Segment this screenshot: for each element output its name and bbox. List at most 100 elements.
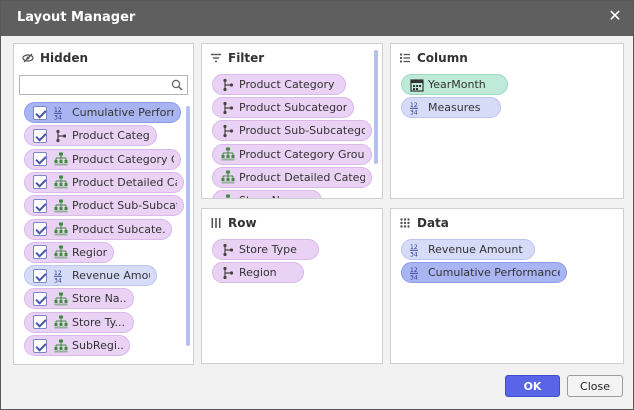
hidden-field-chip[interactable]: Store Ty... [24,311,134,333]
filter-icon [211,53,221,63]
tree-icon [54,245,68,259]
hidden-field-chip[interactable]: Product Category G... [24,148,181,170]
field-label: Store Na... [72,292,127,306]
close-button[interactable]: Close [567,375,623,397]
field-checkbox[interactable] [33,338,47,353]
column-field-chip[interactable]: YearMonth [401,74,508,95]
hidden-field-chip[interactable]: 1234 Cumulative Performa... [24,102,181,123]
tree-icon [54,222,68,236]
field-checkbox[interactable] [33,128,47,143]
field-label: SubRegi... [72,339,123,352]
row-field-chip[interactable]: Region [212,262,304,284]
tree-icon [221,170,235,184]
filter-field-chip[interactable]: Product Subcategory [212,97,354,119]
hidden-field-chip[interactable]: Store Na... [24,288,134,310]
field-checkbox[interactable] [33,175,47,190]
field-label: YearMonth [428,78,486,91]
data-panel-title: Data [417,216,449,230]
field-checkbox[interactable] [33,268,47,283]
field-checkbox[interactable] [33,245,47,260]
filter-field-chip[interactable]: Product Sub-Subcategory [212,120,372,142]
filter-panel-title: Filter [228,51,265,65]
calendar-icon [410,78,424,92]
hidden-scrollbar[interactable] [186,106,190,346]
close-icon[interactable]: ✕ [607,8,623,24]
column-list-icon [400,53,410,63]
field-label: Measures [428,101,481,115]
tree-icon [54,315,68,329]
field-label: Product Detailed Cate [72,175,177,189]
hidden-field-chip[interactable]: Product Catego... [24,125,157,147]
title-bar: Layout Manager ✕ [1,1,633,36]
filter-scrollbar[interactable] [374,50,378,164]
field-label: Product Catego... [72,129,150,143]
field-label: Revenue Amou... [72,269,150,283]
field-label: Region [239,266,277,280]
tree-icon [54,339,68,353]
hidden-panel-title: Hidden [40,51,89,65]
tree-icon [221,147,235,161]
hierarchy-icon [221,78,235,92]
hidden-field-chip[interactable]: Product Subcate... [24,218,172,240]
field-label: Product Subcategory [239,101,347,115]
hierarchy-icon [221,124,235,138]
field-label: Cumulative Performance [428,266,560,280]
field-label: Store Type [239,243,297,256]
column-field-chip[interactable]: 12 34 Measures [401,97,501,119]
hidden-panel: Hidden 1234 Cumulative Performa... Product… [13,43,194,365]
row-field-chip[interactable]: Store Type [212,239,319,260]
field-label: Product Subcate... [72,222,165,236]
svg-text:34: 34 [54,277,62,283]
filter-field-chip[interactable]: Store Name [212,190,322,198]
ok-button[interactable]: OK [505,375,560,397]
field-label: Product Category Group [239,147,365,161]
field-checkbox[interactable] [33,222,47,236]
search-icon[interactable] [171,79,183,91]
svg-text:34: 34 [410,109,418,115]
field-label: Product Category [239,78,335,91]
data-panel: Data 12 34 Revenue Amount 12 34 Cumulative Pe… [390,208,624,364]
field-label: Cumulative Performa... [72,106,174,119]
column-panel-header: Column [399,51,468,65]
field-checkbox[interactable] [33,152,47,167]
data-field-chip[interactable]: 12 34 Revenue Amount [401,239,535,260]
measure-icon: 12 34 [54,269,68,284]
filter-panel: Filter Product Category Product Subcatego… [201,43,383,199]
svg-text:34: 34 [410,274,418,280]
hidden-panel-header: Hidden [22,51,88,65]
filter-panel-header: Filter [210,51,264,65]
column-panel: Column YearMonth 12 34 Measures [390,43,624,199]
hierarchy-icon [221,266,235,280]
filter-field-chip[interactable]: Product Category [212,74,346,95]
data-grid-icon [400,218,410,228]
filter-field-chip[interactable]: Product Detailed Category [212,166,372,188]
field-label: Store Name [239,194,304,198]
data-panel-header: Data [399,216,449,230]
field-label: Product Category G... [72,152,174,166]
tree-icon [54,292,68,306]
field-checkbox[interactable] [33,291,47,306]
field-checkbox[interactable] [33,105,47,120]
measure-icon: 12 34 [410,243,424,258]
field-checkbox[interactable] [33,315,47,330]
measure-icon: 12 34 [410,266,424,281]
field-label: Product Sub-Subcategory [239,124,365,138]
eye-off-icon [22,53,34,63]
field-checkbox[interactable] [33,198,47,213]
tree-icon [221,194,235,198]
hidden-field-chip[interactable]: SubRegi... [24,335,130,356]
field-label: Product Sub-Subcate... [72,199,177,213]
data-field-chip[interactable]: 12 34 Cumulative Performance [401,262,567,284]
layout-manager-dialog: Layout Manager ✕ Hidden 12 34 Cumulative P… [0,0,634,410]
hidden-field-chip[interactable]: Region [24,241,114,263]
measure-icon: 12 34 [54,106,68,121]
dialog-title: Layout Manager [17,10,136,25]
hidden-field-chip[interactable]: 1234 Revenue Amou... [24,265,157,287]
hidden-field-chip[interactable]: Product Detailed Cate [24,171,184,193]
filter-field-chip[interactable]: Product Category Group [212,143,372,165]
hidden-search-input[interactable] [19,75,188,95]
hidden-field-chip[interactable]: Product Sub-Subcate... [24,195,184,217]
field-label: Product Detailed Category [239,170,365,184]
column-panel-title: Column [417,51,468,65]
row-panel-header: Row [210,216,257,230]
